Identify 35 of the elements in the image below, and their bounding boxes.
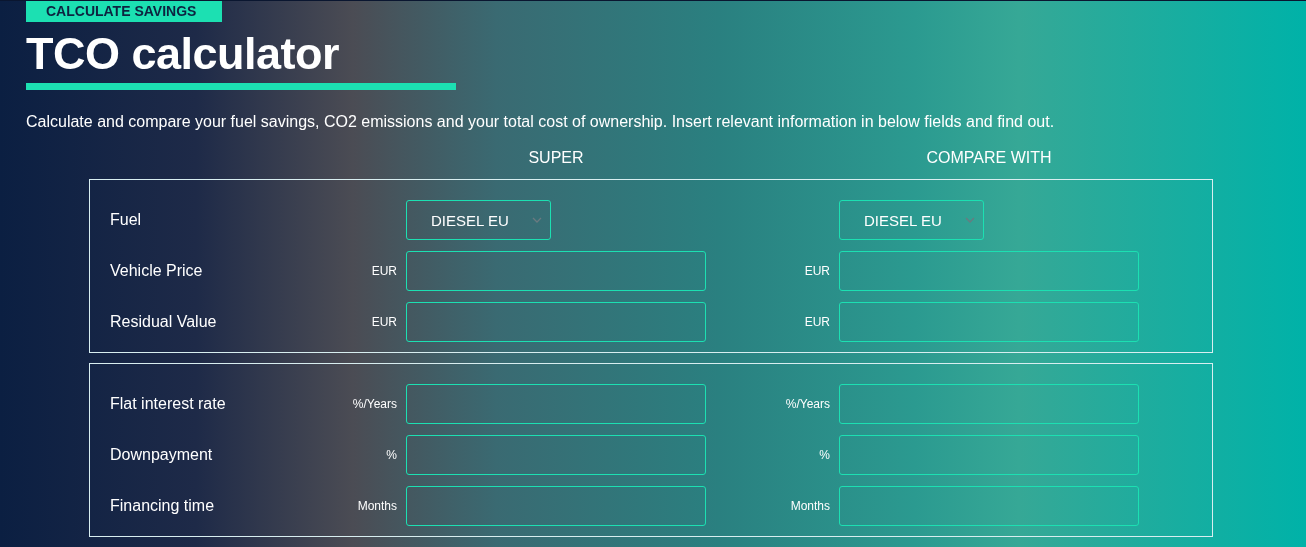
input-field[interactable] <box>839 435 1139 475</box>
field-label: Financing time <box>110 497 216 515</box>
column-heading: SUPER <box>527 149 585 167</box>
field-label: Vehicle Price <box>110 262 204 280</box>
unit-label: %/Years <box>352 397 397 411</box>
unit-label: EUR <box>371 264 397 278</box>
field-label: Residual Value <box>110 313 218 331</box>
input-field[interactable] <box>406 384 706 424</box>
unit-label: EUR <box>804 315 830 329</box>
unit-label: Months <box>357 499 397 513</box>
unit-label: % <box>386 448 397 462</box>
input-field[interactable] <box>839 486 1139 526</box>
input-field[interactable] <box>406 251 706 291</box>
unit-label: EUR <box>804 264 830 278</box>
field-label: Fuel <box>110 211 143 229</box>
chevron-icon <box>532 217 542 223</box>
unit-label: %/Years <box>785 397 830 411</box>
chevron-icon <box>965 217 975 223</box>
fuel-dropdown[interactable]: DIESEL EU <box>839 200 984 240</box>
page-title: TCO calculator <box>26 28 340 80</box>
input-field[interactable] <box>406 435 706 475</box>
unit-label: Months <box>790 499 830 513</box>
unit-label: % <box>819 448 830 462</box>
description-text: Calculate and compare your fuel savings, CO2 emissions and your total cost of ownership. Insert relevant information in below fields and find out. <box>26 112 1055 132</box>
input-field[interactable] <box>406 302 706 342</box>
column-heading: COMPARE WITH <box>925 149 1053 167</box>
field-label: Downpayment <box>110 446 214 464</box>
input-field[interactable] <box>839 251 1139 291</box>
section-badge: CALCULATE SAVINGS <box>26 1 222 22</box>
unit-label: EUR <box>371 315 397 329</box>
input-field[interactable] <box>406 486 706 526</box>
fuel-dropdown[interactable]: DIESEL EU <box>406 200 551 240</box>
input-field[interactable] <box>839 384 1139 424</box>
input-field[interactable] <box>839 302 1139 342</box>
field-label: Flat interest rate <box>110 395 227 413</box>
